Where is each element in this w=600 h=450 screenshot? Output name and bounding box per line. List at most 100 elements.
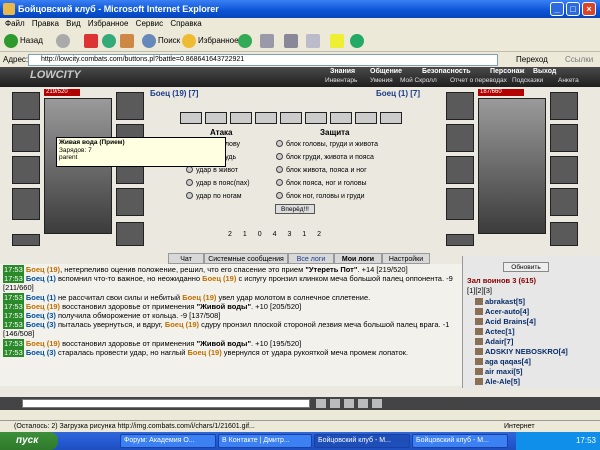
skill-slot[interactable] xyxy=(180,112,202,124)
chat-input[interactable] xyxy=(22,399,310,408)
go-button[interactable]: Переход xyxy=(516,53,548,67)
nav-profile[interactable]: Анкета xyxy=(558,77,579,84)
messenger-button[interactable] xyxy=(350,33,366,49)
armor-slot[interactable] xyxy=(12,188,40,220)
nav-inventory[interactable]: Инвентарь xyxy=(325,77,357,84)
user-list-item[interactable]: Ale-Ale[5] xyxy=(485,377,520,386)
menu-edit[interactable]: Правка xyxy=(32,19,59,28)
nav-transfers[interactable]: Отчет о переводах xyxy=(450,77,507,84)
boots-slot[interactable] xyxy=(116,222,144,246)
nav-scroll[interactable]: Мой Скролл xyxy=(400,77,437,84)
counter-hp: 2 xyxy=(317,231,322,238)
skill-slot[interactable] xyxy=(355,112,377,124)
legs-slot[interactable] xyxy=(116,188,144,216)
enemy-earrings-slot xyxy=(550,92,578,120)
menu-file[interactable]: Файл xyxy=(5,19,25,28)
user-list-item[interactable]: Actec[1] xyxy=(485,327,515,336)
amulet-slot[interactable] xyxy=(12,124,40,152)
skill-slot[interactable] xyxy=(255,112,277,124)
defense-option-2[interactable]: блок груди, живота и пояса xyxy=(276,152,374,163)
back-button[interactable]: Назад xyxy=(4,33,43,49)
nav-skills[interactable]: Умения xyxy=(370,77,393,84)
earrings-slot[interactable] xyxy=(116,92,144,120)
status-text: (Осталось: 2) Загрузка рисунка http://im… xyxy=(14,423,255,430)
tab-settings[interactable]: Настройки xyxy=(382,253,430,264)
room-pages[interactable]: [1][2][3] xyxy=(467,286,492,295)
defense-option-3[interactable]: блок живота, пояса и ног xyxy=(276,165,367,176)
search-button[interactable]: Поиск xyxy=(142,33,180,49)
mail-button[interactable] xyxy=(260,33,276,49)
refresh-list-button[interactable]: Обновить xyxy=(503,262,549,272)
edit-button[interactable] xyxy=(306,33,322,49)
user-list-item[interactable]: air maxi[5] xyxy=(485,367,523,376)
radio-icon xyxy=(186,192,193,199)
chat-input-bar xyxy=(0,397,600,410)
menu-tools[interactable]: Сервис xyxy=(136,19,163,28)
skill-slot[interactable] xyxy=(330,112,352,124)
chat-action-icon[interactable] xyxy=(344,399,354,408)
skill-slot[interactable] xyxy=(305,112,327,124)
user-list-item[interactable]: Adair[7] xyxy=(485,337,513,346)
user-list-item[interactable]: ADSKIY NEBOSKRO[4] xyxy=(485,347,568,356)
chat-action-icon[interactable] xyxy=(372,399,382,408)
defense-option-5[interactable]: блок ног, головы и груди xyxy=(276,191,364,202)
chat-action-icon[interactable] xyxy=(316,399,326,408)
back-arrow-icon xyxy=(4,33,18,48)
player1-name[interactable]: Боец (19) [7] xyxy=(150,89,198,98)
start-button[interactable]: пуск xyxy=(0,432,58,450)
taskbar-item[interactable]: Бойцовский клуб - М... xyxy=(314,434,410,448)
belt-slot[interactable] xyxy=(12,234,40,246)
helmet-slot[interactable] xyxy=(12,92,40,120)
maximize-button[interactable]: □ xyxy=(566,2,580,16)
user-list-item[interactable]: abrakast[5] xyxy=(485,297,525,306)
user-list-item[interactable]: Acid Brains[4] xyxy=(485,317,536,326)
taskbar-item[interactable]: Бойцовский клуб - М... xyxy=(412,434,508,448)
refresh-button[interactable] xyxy=(102,33,118,49)
mail-icon xyxy=(260,33,274,48)
skill-slot[interactable] xyxy=(380,112,402,124)
print-button[interactable] xyxy=(284,33,300,49)
user-list-item[interactable]: Acer-auto[4] xyxy=(485,307,529,316)
defense-option-4[interactable]: блок пояса, ног и головы xyxy=(276,178,367,189)
history-button[interactable] xyxy=(238,33,254,49)
discuss-button[interactable] xyxy=(330,33,346,49)
close-button[interactable]: × xyxy=(582,2,596,16)
menu-view[interactable]: Вид xyxy=(66,19,80,28)
tab-system-messages[interactable]: Системные сообщения xyxy=(204,253,288,264)
menubar: Файл Правка Вид Избранное Сервис Справка xyxy=(0,18,600,30)
skill-slot[interactable] xyxy=(230,112,252,124)
tab-my-logs[interactable]: Мои логи xyxy=(334,253,382,264)
nav-security[interactable]: Безопасность xyxy=(422,68,471,75)
menu-favorites[interactable]: Избранное xyxy=(88,19,129,28)
nav-communication[interactable]: Общение xyxy=(370,68,402,75)
tab-all-logs[interactable]: Все логи xyxy=(288,253,334,264)
nav-exit[interactable]: Выход xyxy=(533,68,556,75)
attack-option-belt[interactable]: удар в пояс(пах) xyxy=(186,178,250,189)
skill-slot[interactable] xyxy=(280,112,302,124)
nav-hints[interactable]: Подсказки xyxy=(512,77,543,84)
weapon-slot[interactable] xyxy=(12,156,40,184)
nav-knowledge[interactable]: Знания xyxy=(330,68,355,75)
taskbar-item[interactable]: В Контакте | Дмитр... xyxy=(218,434,312,448)
forward-button[interactable] xyxy=(56,33,72,49)
user-list-item[interactable]: aga qaqas[4] xyxy=(485,357,531,366)
radio-icon xyxy=(186,166,193,173)
favorites-button[interactable]: Избранное xyxy=(182,33,239,49)
menu-help[interactable]: Справка xyxy=(170,19,201,28)
address-label: Адрес: xyxy=(3,55,29,64)
tab-chat[interactable]: Чат xyxy=(168,253,204,264)
player1-hp-bar: 219/520 xyxy=(44,89,80,96)
chat-action-icon[interactable] xyxy=(330,399,340,408)
address-input[interactable]: http://lowcity.combats.com/buttons.pl?ba… xyxy=(28,54,498,66)
nav-character[interactable]: Персонаж xyxy=(490,68,524,75)
stop-button[interactable] xyxy=(84,33,100,49)
player2-name[interactable]: Боец (1) [7] xyxy=(376,89,420,98)
defense-option-1[interactable]: блок головы, груди и живота xyxy=(276,139,378,150)
skill-slot[interactable] xyxy=(205,112,227,124)
attack-button[interactable]: Вперёд!!! xyxy=(275,204,315,214)
taskbar-item[interactable]: Форум: Академия О... xyxy=(120,434,216,448)
chat-action-icon[interactable] xyxy=(358,399,368,408)
home-button[interactable] xyxy=(120,33,136,49)
minimize-button[interactable]: _ xyxy=(550,2,564,16)
attack-option-legs[interactable]: удар по ногам xyxy=(186,191,242,202)
